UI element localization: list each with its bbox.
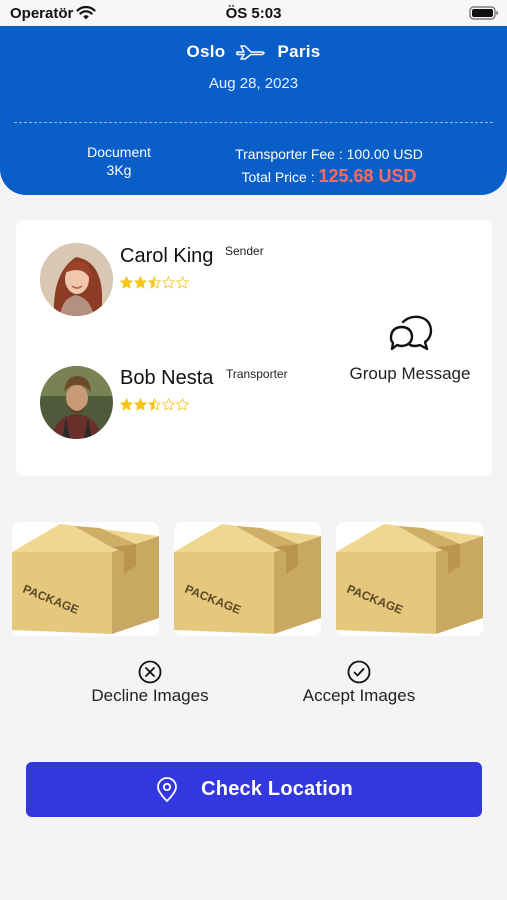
destination-city: Paris (277, 42, 321, 61)
group-message-button[interactable]: Group Message (340, 314, 480, 384)
transporter-fee: Transporter Fee : 100.00 USD (235, 146, 423, 162)
package-info: Document 3Kg (64, 143, 174, 179)
star-icon (120, 276, 133, 289)
trip-date: Aug 28, 2023 (208, 75, 299, 92)
package-image[interactable]: PACKAGE (12, 522, 159, 636)
dashed-divider (14, 122, 493, 123)
star-icon (148, 276, 161, 289)
accept-images-label: Accept Images (302, 686, 416, 705)
route: Oslo Paris (0, 42, 507, 62)
sender-role: Sender (225, 244, 264, 258)
group-message-label: Group Message (349, 364, 471, 383)
battery-icon (469, 6, 498, 20)
star-icon (148, 398, 161, 411)
status-bar: Operatör ÖS 5:03 (0, 0, 507, 26)
trip-header: Oslo Paris Aug 28, 2023 Document 3Kg Tra… (0, 26, 507, 195)
accept-images-button[interactable]: Accept Images (279, 660, 439, 706)
parties-card: Carol King Sender Bob Nesta Transporter … (16, 220, 492, 476)
sender-name: Carol King (120, 245, 214, 267)
star-icon (162, 398, 175, 411)
package-image[interactable]: PACKAGE (174, 522, 321, 636)
x-circle-icon (138, 660, 162, 684)
package-weight: 3Kg (106, 162, 132, 178)
decline-images-button[interactable]: Decline Images (70, 660, 230, 706)
package-box-illustration: PACKAGE (12, 524, 159, 634)
package-images: PACKAGE PACKAGE PACKAGE (12, 522, 496, 636)
star-icon (134, 398, 147, 411)
clock: ÖS 5:03 (225, 5, 282, 22)
total-price-value: 125.68 USD (318, 166, 417, 186)
check-location-button[interactable]: Check Location (26, 762, 482, 817)
total-price-label: Total Price : (241, 169, 315, 185)
decline-images-label: Decline Images (91, 686, 209, 705)
chat-bubbles-icon (389, 315, 433, 351)
transporter-name: Bob Nesta (120, 367, 214, 389)
transporter-avatar[interactable] (40, 366, 113, 439)
star-icon (134, 276, 147, 289)
star-icon (176, 398, 189, 411)
origin-city: Oslo (186, 42, 226, 61)
price-info: Transporter Fee : 100.00 USD Total Price… (214, 143, 444, 188)
package-type: Document (87, 144, 151, 160)
star-icon (162, 276, 175, 289)
package-box-illustration: PACKAGE (336, 524, 483, 634)
package-image[interactable]: PACKAGE (336, 522, 483, 636)
location-pin-icon (157, 776, 178, 802)
check-location-label: Check Location (201, 778, 353, 800)
total-price-row: Total Price : 125.68 USD (214, 165, 444, 188)
star-icon (176, 276, 189, 289)
package-box-illustration: PACKAGE (174, 524, 321, 634)
sender-rating (120, 276, 189, 289)
transporter-role: Transporter (226, 367, 288, 381)
star-icon (120, 398, 133, 411)
check-circle-icon (347, 660, 371, 684)
transporter-rating (120, 398, 189, 411)
plane-icon (236, 45, 266, 60)
sender-avatar[interactable] (40, 243, 113, 316)
